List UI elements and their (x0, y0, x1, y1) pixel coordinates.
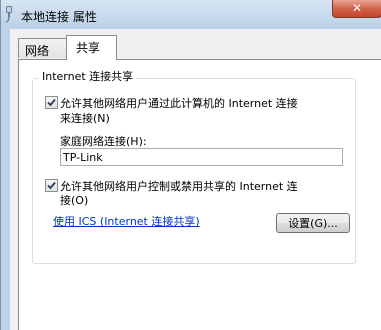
network-plug-icon (5, 6, 12, 23)
allow-connect-line1: 允许其他网络用户通过此计算机的 Internet 连接 (60, 97, 298, 110)
ics-group-label: Internet 连接共享 (39, 68, 137, 84)
allow-control-line1: 允许其他网络用户控制或禁用共享的 Internet 连 (60, 180, 298, 193)
checkmark-icon (47, 181, 56, 190)
tab-sharing-label: 共享 (76, 41, 101, 55)
checkmark-icon (47, 98, 56, 107)
window-title: 本地连接 属性 (21, 10, 97, 24)
allow-connect-checkbox[interactable] (45, 96, 58, 109)
tab-network[interactable]: 网络 (18, 38, 68, 58)
tab-sharing[interactable]: 共享 (66, 35, 117, 60)
title-bar[interactable]: 本地连接 属性 ✕ (1, 0, 381, 29)
tab-network-label: 网络 (25, 44, 50, 58)
allow-control-checkbox[interactable] (45, 179, 58, 192)
home-network-field[interactable] (60, 148, 343, 166)
dialog-client-area: 网络 共享 Internet 连接共享 允许其他网络用户通过此计算机的 Inte… (10, 29, 381, 330)
allow-connect-line2: 来连接(N) (60, 112, 110, 125)
close-button[interactable]: ✕ (332, 0, 381, 18)
allow-control-line2: 接(O) (60, 194, 89, 207)
close-icon: ✕ (351, 1, 363, 15)
home-network-label: 家庭网络连接(H): (60, 135, 147, 148)
settings-button[interactable]: 设置(G)... (276, 213, 350, 233)
sharing-panel: Internet 连接共享 允许其他网络用户通过此计算机的 Internet 连… (18, 59, 381, 330)
properties-window: 本地连接 属性 ✕ 网络 共享 Internet 连接共享 允许其他网络用户通过… (0, 0, 381, 330)
ics-help-link[interactable]: 使用 ICS (Internet 连接共享) (53, 213, 200, 229)
home-network-input[interactable] (63, 150, 333, 164)
